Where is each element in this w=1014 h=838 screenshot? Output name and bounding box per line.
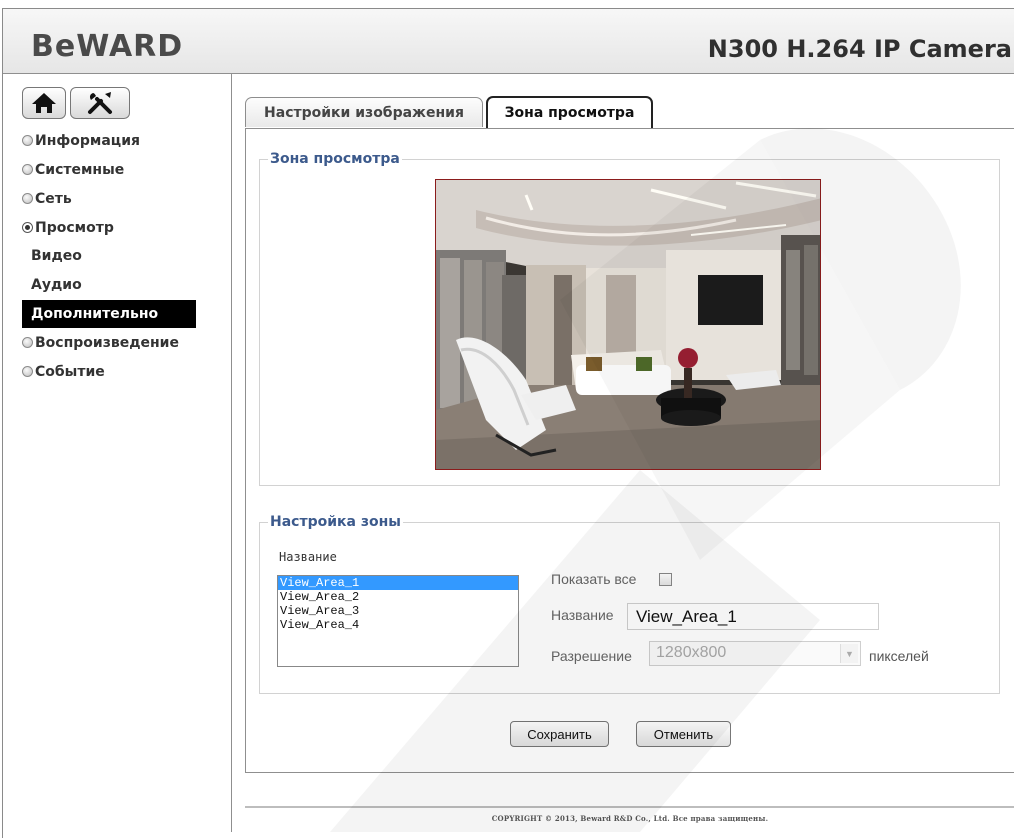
sidebar-item-label: Событие [35, 363, 105, 380]
sidebar-item-label: Воспроизведение [35, 334, 179, 351]
home-button[interactable] [22, 87, 66, 119]
resolution-label: Разрешение [551, 648, 632, 664]
sidebar-item-info[interactable]: Информация [22, 126, 196, 155]
sidebar-item-label: Системные [35, 161, 125, 178]
list-label: Название [279, 550, 337, 564]
list-item[interactable]: View_Area_3 [278, 604, 518, 618]
sidebar-item-label: Информация [35, 132, 140, 149]
view-area-listbox[interactable]: View_Area_1 View_Area_2 View_Area_3 View… [277, 575, 519, 667]
list-item[interactable]: View_Area_2 [278, 590, 518, 604]
show-all-checkbox[interactable] [659, 573, 672, 586]
bullet-icon [22, 193, 33, 204]
bullet-icon [22, 337, 33, 348]
sidebar-item-view[interactable]: Просмотр [22, 213, 196, 242]
sidebar-subitem-advanced[interactable]: Дополнительно [22, 300, 196, 328]
svg-text:BeWARD: BeWARD [31, 29, 181, 61]
tab-view-area[interactable]: Зона просмотра [486, 96, 653, 128]
header: BeWARD N300 H.264 IP Camera [3, 9, 1014, 74]
zone-settings-legend: Настройка зоны [270, 514, 401, 530]
camera-preview [435, 179, 821, 470]
sidebar-subitem-audio[interactable]: Аудио [22, 271, 196, 300]
tools-icon [88, 92, 112, 114]
bullet-icon [22, 366, 33, 377]
list-item[interactable]: View_Area_1 [278, 576, 518, 590]
resolution-unit: пикселей [869, 648, 929, 664]
view-area-legend: Зона просмотра [270, 151, 400, 167]
sidebar-item-label: Просмотр [35, 219, 114, 236]
sidebar-item-playback[interactable]: Воспроизведение [22, 328, 196, 357]
brand-logo: BeWARD [31, 29, 182, 69]
main-content: Зона просмотра Настройка зоны Название V… [245, 128, 1014, 773]
sidebar: Информация Системные Сеть Просмотр Видео… [3, 74, 232, 832]
beward-logo-icon: BeWARD [31, 29, 182, 64]
home-icon [32, 93, 56, 113]
resolution-select[interactable]: 1280x800 ▼ [649, 641, 861, 666]
settings-button[interactable] [70, 87, 130, 119]
cancel-button[interactable]: Отменить [636, 721, 731, 747]
save-button[interactable]: Сохранить [510, 721, 609, 747]
name-input[interactable]: View_Area_1 [627, 603, 879, 630]
page-title: N300 H.264 IP Camera [707, 35, 1012, 63]
list-item[interactable]: View_Area_4 [278, 618, 518, 632]
chevron-down-icon: ▼ [840, 644, 858, 663]
footer-copyright: COPYRIGHT © 2013, Beward R&D Co., Ltd. В… [491, 814, 769, 823]
tab-image-settings[interactable]: Настройки изображения [245, 97, 483, 127]
bullet-expanded-icon [22, 222, 33, 233]
sidebar-subitem-video[interactable]: Видео [22, 242, 196, 271]
name-label: Название [551, 607, 614, 623]
bullet-icon [22, 164, 33, 175]
resolution-value: 1280x800 [656, 644, 727, 661]
bullet-icon [22, 135, 33, 146]
top-buttons [22, 87, 130, 119]
sidebar-menu: Информация Системные Сеть Просмотр Видео… [22, 126, 196, 386]
footer-divider [245, 806, 1014, 808]
show-all-label: Показать все [551, 571, 637, 587]
sidebar-item-event[interactable]: Событие [22, 357, 196, 386]
sidebar-item-system[interactable]: Системные [22, 155, 196, 184]
camera-image [436, 180, 820, 469]
sidebar-item-network[interactable]: Сеть [22, 184, 196, 213]
sidebar-item-label: Сеть [35, 190, 72, 207]
